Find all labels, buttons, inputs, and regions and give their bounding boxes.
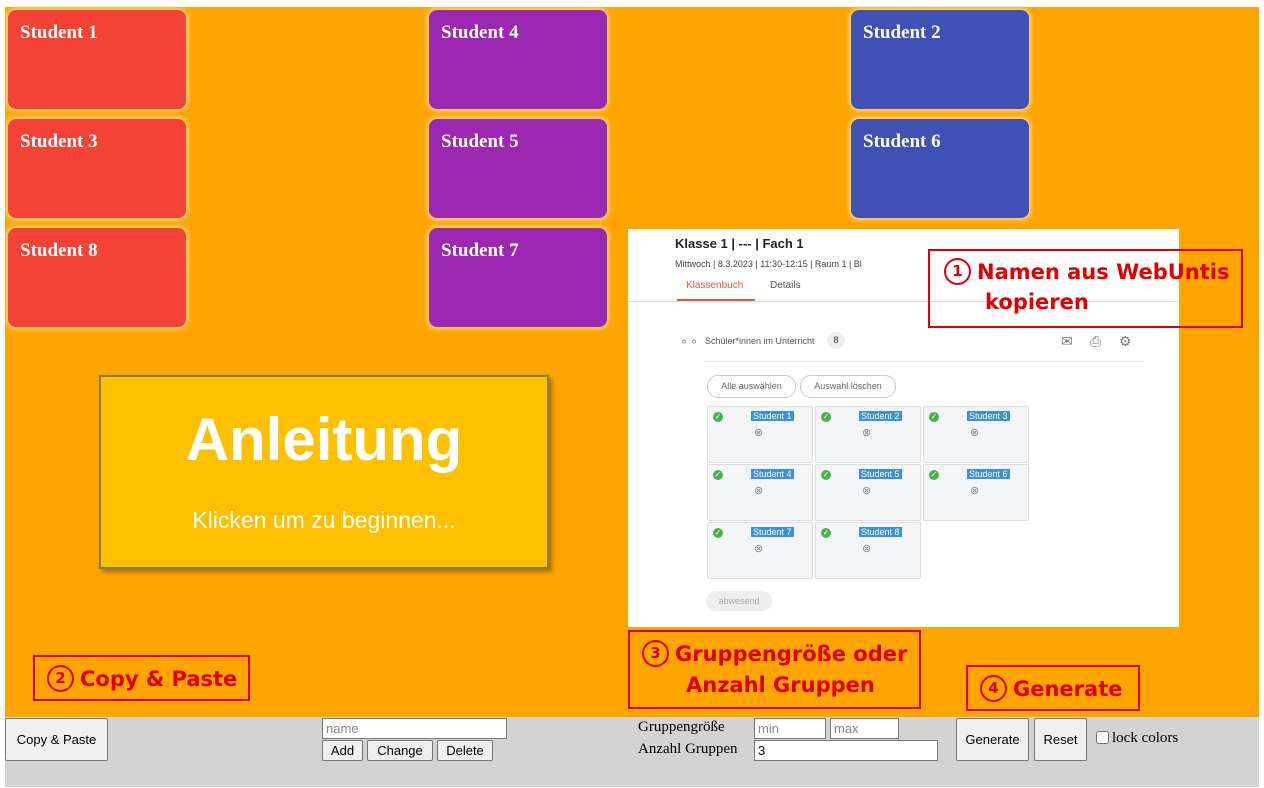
step1-text: Namen aus WebUntis xyxy=(977,260,1230,284)
webuntis-tab-klassenbuch: Klassenbuch xyxy=(686,280,744,291)
change-button[interactable]: Change xyxy=(367,740,433,761)
add-button[interactable]: Add xyxy=(322,740,363,761)
clear-selection-pill: Auswahl löschen xyxy=(800,375,896,398)
min-input[interactable] xyxy=(754,718,826,739)
check-icon: ✓ xyxy=(821,412,831,422)
webuntis-student-tile: ✓ Student 2 ⊗ xyxy=(815,406,921,463)
close-icon: ⊗ xyxy=(754,427,764,439)
print-icon: ⎙ xyxy=(1090,333,1102,349)
webuntis-student-tile: ✓ Student 7 ⊗ xyxy=(707,522,813,579)
copy-paste-button[interactable]: Copy & Paste xyxy=(5,718,108,761)
student-name: Student 2 xyxy=(859,411,902,421)
step3-text-2: Anzahl Gruppen xyxy=(686,673,875,697)
student-card[interactable]: Student 6 xyxy=(851,119,1029,218)
webuntis-student-tile: ✓ Student 5 ⊗ xyxy=(815,464,921,521)
delete-button[interactable]: Delete xyxy=(437,740,493,761)
close-icon: ⊗ xyxy=(970,485,980,497)
anzahl-gruppen-input[interactable] xyxy=(754,740,938,761)
student-card[interactable]: Student 5 xyxy=(429,119,607,218)
generate-button[interactable]: Generate xyxy=(956,718,1029,761)
step3-callout: 3 Gruppengröße oder Anzahl Gruppen xyxy=(628,630,921,709)
gear-icon: ⚙ xyxy=(1119,333,1132,349)
instructions-panel[interactable]: Anleitung Klicken um zu beginnen... xyxy=(99,375,549,569)
lock-colors-checkbox[interactable] xyxy=(1096,731,1109,744)
webuntis-student-tile: ✓ Student 6 ⊗ xyxy=(923,464,1029,521)
max-input[interactable] xyxy=(830,718,899,739)
student-name: Student 1 xyxy=(751,411,794,421)
step-number: 1 xyxy=(944,257,971,285)
abwesend-pill: abwesend xyxy=(706,591,772,611)
webuntis-meta: Mittwoch | 8.3.2023 | 11:30-12:15 | Raum… xyxy=(675,259,862,269)
student-card[interactable]: Student 8 xyxy=(8,228,186,327)
step-number: 3 xyxy=(642,639,669,667)
select-all-pill: Alle auswählen xyxy=(707,375,796,398)
student-card[interactable]: Student 7 xyxy=(429,228,607,327)
student-card[interactable]: Student 1 xyxy=(8,10,186,109)
step4-text: Generate xyxy=(1013,677,1123,701)
check-icon: ✓ xyxy=(821,470,831,480)
step3-text: Gruppengröße oder xyxy=(675,642,908,666)
divider xyxy=(705,361,1143,362)
webuntis-student-tile: ✓ Student 3 ⊗ xyxy=(923,406,1029,463)
step2-callout: 2 Copy & Paste xyxy=(33,655,250,701)
student-card[interactable]: Student 4 xyxy=(429,10,607,109)
check-icon: ✓ xyxy=(821,528,831,538)
step4-callout: 4 Generate xyxy=(966,665,1140,711)
people-icon: ⚬⚬ xyxy=(679,335,700,349)
student-name: Student 4 xyxy=(751,469,794,479)
student-name: Student 3 xyxy=(967,411,1010,421)
student-card[interactable]: Student 2 xyxy=(851,10,1029,109)
webuntis-title: Klasse 1 | --- | Fach 1 xyxy=(675,236,804,251)
anzahl-gruppen-label: Anzahl Gruppen xyxy=(638,741,738,757)
step2-text: Copy & Paste xyxy=(80,667,238,691)
close-icon: ⊗ xyxy=(862,543,872,555)
student-name: Student 5 xyxy=(859,469,902,479)
webuntis-student-tile: ✓ Student 4 ⊗ xyxy=(707,464,813,521)
check-icon: ✓ xyxy=(713,470,723,480)
step1-callout: 1 Namen aus WebUntis kopieren xyxy=(928,249,1243,328)
student-name: Student 6 xyxy=(967,469,1010,479)
step-number: 2 xyxy=(47,664,74,692)
close-icon: ⊗ xyxy=(754,543,764,555)
close-icon: ⊗ xyxy=(862,485,872,497)
webuntis-student-tile: ✓ Student 8 ⊗ xyxy=(815,522,921,579)
step-number: 4 xyxy=(980,674,1007,702)
schueler-label: Schüler*innen im Unterricht xyxy=(705,336,815,346)
webuntis-student-tile: ✓ Student 1 ⊗ xyxy=(707,406,813,463)
instructions-subtitle: Klicken um zu beginnen... xyxy=(192,507,456,533)
check-icon: ✓ xyxy=(713,412,723,422)
check-icon: ✓ xyxy=(929,470,939,480)
student-name: Student 8 xyxy=(859,527,902,537)
student-name: Student 7 xyxy=(751,527,794,537)
student-card[interactable]: Student 3 xyxy=(8,119,186,218)
check-icon: ✓ xyxy=(929,412,939,422)
close-icon: ⊗ xyxy=(862,427,872,439)
name-input[interactable] xyxy=(322,718,507,739)
gruppengroesse-label: Gruppengröße xyxy=(638,719,725,735)
reset-button[interactable]: Reset xyxy=(1034,718,1087,761)
check-icon: ✓ xyxy=(713,528,723,538)
close-icon: ⊗ xyxy=(754,485,764,497)
webuntis-tab-details: Details xyxy=(770,280,801,291)
close-icon: ⊗ xyxy=(970,427,980,439)
instructions-title: Anleitung xyxy=(185,406,463,473)
schueler-count-badge: 8 xyxy=(827,332,845,349)
step1-text-2: kopieren xyxy=(985,290,1089,314)
mail-icon: ✉ xyxy=(1061,333,1073,349)
lock-colors-label: lock colors xyxy=(1112,730,1179,746)
